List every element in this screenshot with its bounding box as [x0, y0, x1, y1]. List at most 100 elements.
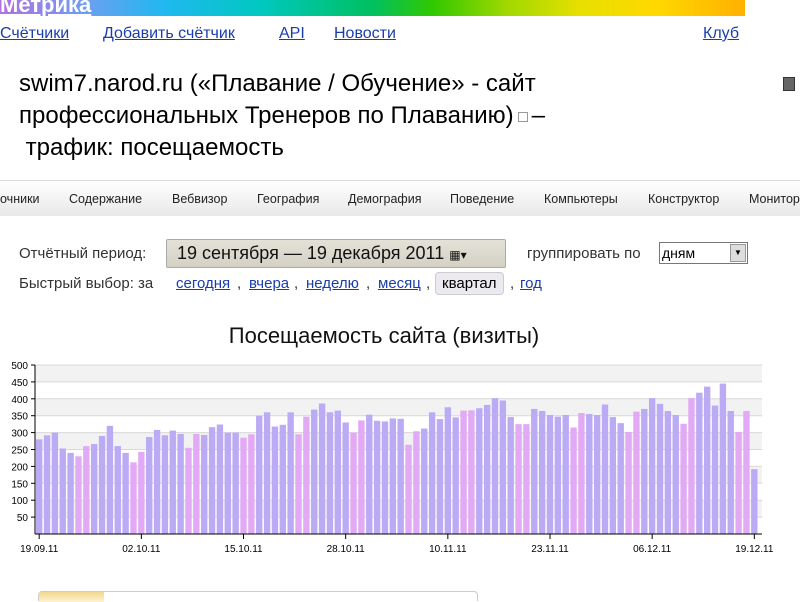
bar: [122, 452, 129, 534]
bar: [656, 403, 664, 534]
bar: [428, 412, 436, 534]
bar: [177, 433, 184, 534]
visits-chart: 50 100 150 200 250 300 350 400 450 500 19.09.11 02.…: [11, 361, 774, 555]
tab-geography[interactable]: География: [257, 192, 319, 206]
bar: [648, 398, 656, 534]
bar: [256, 415, 263, 534]
tab-monitor[interactable]: Монитор: [749, 192, 800, 206]
bar: [633, 411, 640, 534]
bar: [625, 431, 632, 534]
quick-label: Быстрый выбор: за: [19, 275, 154, 292]
bar: [193, 433, 200, 534]
y-tick-label: 300: [11, 429, 28, 440]
x-tick-label: 19.09.11: [20, 544, 59, 555]
bar: [318, 403, 326, 534]
chevron-down-icon: ▼: [730, 244, 746, 262]
bar: [680, 423, 687, 534]
tab-computers[interactable]: Компьютеры: [544, 192, 618, 206]
bar: [751, 469, 758, 534]
title-dash: –: [531, 102, 545, 129]
y-tick-label: 400: [11, 395, 28, 406]
bar: [216, 424, 224, 534]
bar: [91, 444, 98, 534]
bar: [51, 432, 59, 534]
bar: [460, 410, 467, 534]
sep: ,: [426, 275, 431, 292]
quick-month[interactable]: месяц: [378, 275, 421, 292]
tab-content[interactable]: Содержание: [69, 192, 142, 206]
tab-constructor[interactable]: Конструктор: [648, 192, 719, 206]
bar: [36, 439, 43, 534]
nav-club[interactable]: Клуб: [703, 25, 739, 43]
nav-counters[interactable]: Счётчики: [0, 25, 69, 43]
bar: [405, 444, 412, 534]
bar: [703, 386, 711, 534]
group-select[interactable]: дням ▼: [659, 242, 748, 264]
bar: [248, 434, 255, 534]
bar: [326, 412, 334, 534]
bar: [546, 415, 554, 534]
tab-sources[interactable]: очники: [0, 192, 40, 206]
sep: ,: [294, 275, 299, 292]
quick-week[interactable]: неделю: [306, 275, 359, 292]
bar: [153, 429, 161, 534]
bottom-tab-active[interactable]: [39, 592, 104, 602]
bar: [75, 456, 82, 534]
y-tick-label: 250: [11, 446, 28, 457]
bar: [106, 425, 114, 534]
bar: [83, 446, 90, 534]
x-tick-label: 06.12.11: [633, 544, 672, 555]
sep: ,: [366, 275, 371, 292]
quick-year[interactable]: год: [520, 275, 542, 292]
nav-api[interactable]: API: [279, 25, 305, 43]
header-rainbow-bar: [0, 0, 745, 16]
title-line: профессиональных Тренеров по Плаванию): [19, 102, 514, 129]
report-tabs: очники Содержание Вебвизор География Дем…: [0, 180, 800, 216]
bar: [523, 424, 530, 534]
group-value: дням: [662, 245, 696, 261]
bar: [593, 415, 601, 534]
x-tick-label: 15.10.11: [224, 544, 263, 555]
nav-add-counter[interactable]: Добавить счётчик: [103, 25, 235, 43]
y-tick-label: 500: [11, 361, 28, 372]
y-tick-label: 350: [11, 412, 28, 423]
period-picker-button[interactable]: 19 сентября — 19 декабря 2011 ▦▾: [166, 239, 506, 268]
quick-yesterday[interactable]: вчера: [249, 275, 289, 292]
y-tick-label: 150: [11, 479, 28, 490]
bar: [389, 418, 396, 534]
group-label: группировать по: [527, 245, 641, 262]
tab-demography[interactable]: Демография: [348, 192, 421, 206]
bar: [444, 407, 452, 534]
bar: [570, 427, 577, 534]
popup-icon[interactable]: [517, 111, 528, 122]
bar: [688, 398, 695, 534]
bar: [263, 412, 271, 534]
sep: ,: [237, 275, 242, 292]
bar: [617, 423, 624, 534]
bar: [67, 452, 74, 534]
period-value: 19 сентября — 19 декабря 2011: [177, 243, 445, 263]
tab-webvisor[interactable]: Вебвизор: [172, 192, 227, 206]
nav-news[interactable]: Новости: [334, 25, 396, 43]
period-label: Отчётный период:: [19, 245, 147, 262]
bar: [468, 410, 475, 534]
bar: [397, 418, 404, 534]
bar: [507, 417, 514, 534]
bar: [373, 420, 381, 534]
bar: [476, 408, 483, 534]
quick-quarter-active[interactable]: квартал: [435, 272, 504, 295]
save-icon[interactable]: [783, 77, 795, 91]
bar: [601, 404, 609, 534]
quick-today[interactable]: сегодня: [176, 275, 230, 292]
bar: [240, 437, 247, 534]
bar: [279, 424, 286, 534]
bar: [696, 392, 703, 534]
x-tick-label: 10.11.11: [429, 544, 467, 555]
bar: [421, 428, 428, 534]
bar: [727, 410, 734, 534]
logo-link[interactable]: Метрика: [0, 0, 91, 18]
bar: [562, 415, 569, 534]
y-tick-label: 100: [11, 496, 28, 507]
bar: [201, 434, 208, 534]
tab-behavior[interactable]: Поведение: [450, 192, 514, 206]
